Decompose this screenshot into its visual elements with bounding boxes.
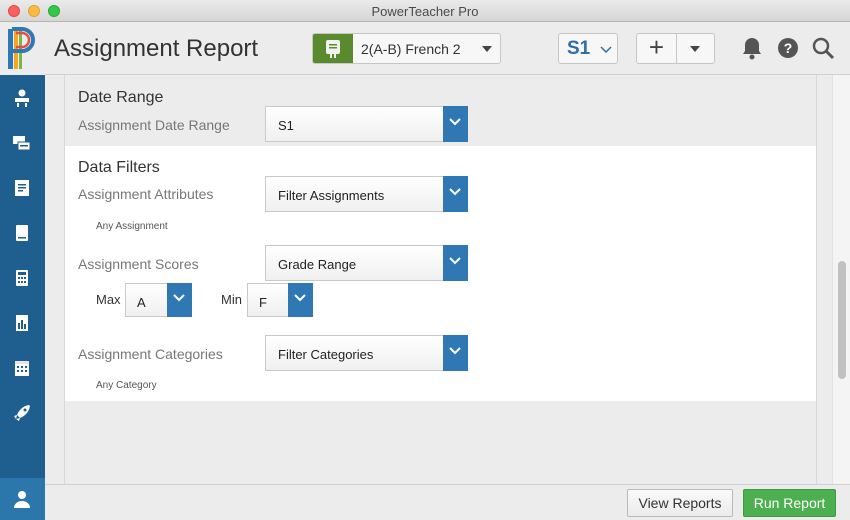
chevron-down-icon[interactable] — [443, 335, 468, 371]
sidebar — [0, 75, 45, 520]
calculator-icon — [16, 270, 28, 286]
scrollbar-thumb[interactable] — [838, 261, 846, 379]
footer-bar: View Reports Run Report — [45, 484, 850, 520]
gradebook-icon — [16, 225, 28, 241]
assignment-scores-dropdown[interactable]: Grade Range — [265, 245, 468, 281]
svg-text:?: ? — [784, 40, 793, 56]
min-grade-value: F — [259, 295, 267, 310]
sidebar-item-calculator[interactable] — [0, 260, 45, 296]
assignment-attributes-value: Filter Assignments — [278, 188, 385, 203]
sidebar-item-calendar[interactable] — [0, 350, 45, 386]
data-filters-section: Data Filters Assignment Attributes Filte… — [65, 146, 816, 401]
max-grade-dropdown[interactable]: A — [125, 283, 192, 317]
assignment-attributes-note: Any Assignment — [96, 221, 168, 232]
sidebar-item-gradebook[interactable] — [0, 215, 45, 251]
max-grade-value: A — [137, 295, 146, 310]
chevron-down-icon[interactable] — [288, 283, 313, 317]
sidebar-item-assignments[interactable] — [0, 170, 45, 206]
calendar-icon — [15, 361, 29, 376]
chevron-down-icon — [482, 46, 492, 52]
messages-icon — [13, 136, 31, 151]
help-icon[interactable]: ? — [775, 35, 801, 61]
chevron-down-icon[interactable] — [443, 106, 468, 142]
date-range-dropdown[interactable]: S1 — [265, 106, 468, 142]
data-filters-title: Data Filters — [78, 159, 160, 176]
sidebar-item-user[interactable] — [0, 478, 45, 520]
term-selector-label: S1 — [567, 38, 591, 59]
date-range-title: Date Range — [78, 89, 164, 106]
powerschool-logo[interactable] — [0, 22, 45, 75]
sidebar-item-seating[interactable] — [0, 80, 45, 116]
sidebar-item-messages[interactable] — [0, 125, 45, 161]
chevron-down-icon — [600, 46, 612, 54]
app-header: Assignment Report 2(A-B) French 2 S1 + ? — [0, 22, 850, 75]
class-selector[interactable]: 2(A-B) French 2 — [312, 33, 501, 64]
window-title: PowerTeacher Pro — [371, 4, 479, 19]
rocket-icon — [14, 405, 30, 421]
add-dropdown-caret-icon[interactable] — [690, 46, 700, 52]
assignment-date-range-label: Assignment Date Range — [78, 117, 230, 133]
class-selector-label: 2(A-B) French 2 — [361, 41, 461, 57]
min-grade-label: Min — [221, 292, 242, 307]
assignment-scores-label: Assignment Scores — [78, 256, 199, 272]
page-title: Assignment Report — [54, 35, 259, 62]
class-icon — [313, 34, 353, 63]
chevron-down-icon[interactable] — [443, 176, 468, 212]
min-grade-dropdown[interactable]: F — [247, 283, 313, 317]
seating-chart-icon — [15, 89, 29, 107]
search-icon[interactable] — [810, 35, 836, 61]
add-icon[interactable]: + — [637, 34, 677, 63]
assignment-attributes-dropdown[interactable]: Filter Assignments — [265, 176, 468, 212]
assignment-categories-dropdown[interactable]: Filter Categories — [265, 335, 468, 371]
run-report-button[interactable]: Run Report — [743, 489, 836, 517]
user-icon — [14, 491, 30, 508]
sidebar-item-reports[interactable] — [0, 305, 45, 341]
date-range-value: S1 — [278, 118, 294, 133]
assignment-scores-value: Grade Range — [278, 257, 357, 272]
sidebar-item-rocket[interactable] — [0, 395, 45, 431]
chevron-down-icon[interactable] — [167, 283, 192, 317]
max-grade-label: Max — [96, 292, 121, 307]
content-scrollbar[interactable] — [832, 75, 850, 484]
assignments-icon — [15, 180, 29, 196]
assignment-categories-label: Assignment Categories — [78, 346, 223, 362]
report-form: Date Range Assignment Date Range S1 Data… — [64, 75, 817, 484]
assignment-categories-value: Filter Categories — [278, 347, 374, 362]
date-range-section: Date Range Assignment Date Range S1 — [65, 75, 816, 146]
assignment-attributes-label: Assignment Attributes — [78, 186, 214, 202]
assignment-categories-note: Any Category — [96, 380, 157, 391]
add-menu[interactable]: + — [636, 33, 715, 64]
bell-icon[interactable] — [739, 35, 765, 61]
view-reports-button[interactable]: View Reports — [627, 489, 733, 517]
reports-icon — [16, 315, 28, 331]
window-titlebar: PowerTeacher Pro — [0, 0, 850, 22]
chevron-down-icon[interactable] — [443, 245, 468, 281]
term-selector[interactable]: S1 — [558, 33, 618, 64]
